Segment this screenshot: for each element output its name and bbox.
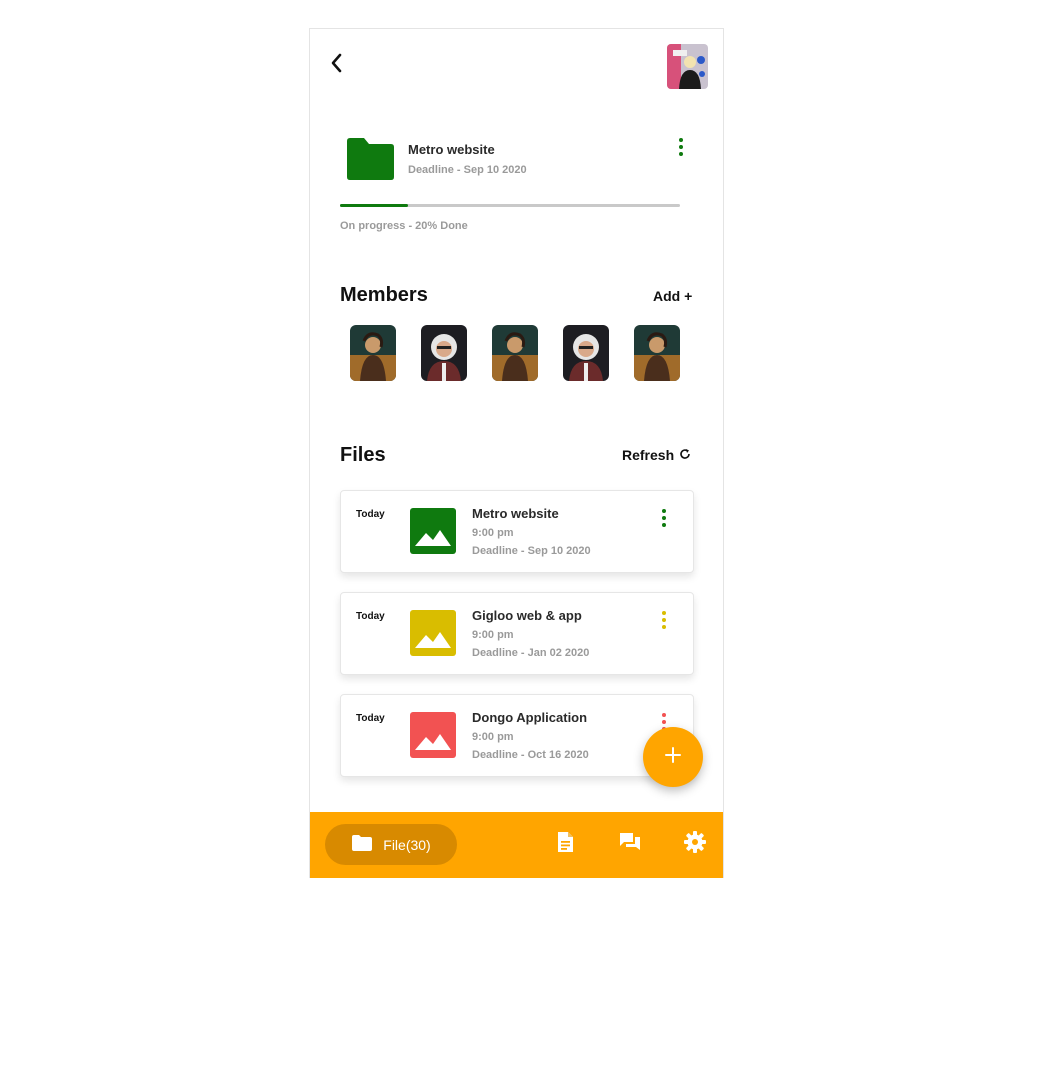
member-avatar[interactable] bbox=[634, 325, 680, 381]
members-heading: Members bbox=[340, 284, 428, 306]
add-member-button[interactable]: Add + bbox=[653, 288, 692, 304]
file-card[interactable]: Today Gigloo web & app 9:00 pm Deadline … bbox=[340, 592, 694, 675]
file-card[interactable]: Today Metro website 9:00 pm Deadline - S… bbox=[340, 490, 694, 573]
image-icon bbox=[410, 610, 456, 656]
image-icon bbox=[410, 712, 456, 758]
file-deadline: Deadline - Sep 10 2020 bbox=[472, 545, 591, 557]
file-day: Today bbox=[356, 509, 385, 520]
member-avatar[interactable] bbox=[421, 325, 467, 381]
bottom-nav: File(30) bbox=[310, 812, 723, 878]
file-day: Today bbox=[356, 611, 385, 622]
project-deadline: Deadline - Sep 10 2020 bbox=[408, 164, 527, 176]
member-avatar[interactable] bbox=[563, 325, 609, 381]
refresh-label: Refresh bbox=[622, 447, 675, 463]
progress-text: On progress - 20% Done bbox=[340, 220, 468, 232]
more-vertical-icon[interactable] bbox=[675, 137, 687, 157]
refresh-button[interactable]: Refresh bbox=[622, 447, 691, 463]
plus-icon bbox=[663, 745, 683, 770]
file-title: Dongo Application bbox=[472, 710, 588, 725]
project-screen: Metro website Deadline - Sep 10 2020 On … bbox=[309, 28, 724, 878]
file-title: Metro website bbox=[472, 506, 559, 521]
progress-fill bbox=[340, 204, 408, 207]
project-title: Metro website bbox=[408, 142, 495, 157]
member-avatar[interactable] bbox=[350, 325, 396, 381]
folder-icon bbox=[351, 834, 373, 855]
back-icon[interactable] bbox=[326, 49, 348, 77]
image-icon bbox=[410, 508, 456, 554]
file-deadline: Deadline - Jan 02 2020 bbox=[472, 647, 590, 659]
more-vertical-icon[interactable] bbox=[659, 508, 669, 528]
folder-icon bbox=[344, 137, 396, 186]
refresh-icon bbox=[679, 447, 691, 463]
files-tab[interactable]: File(30) bbox=[325, 824, 457, 865]
files-tab-label: File(30) bbox=[383, 836, 431, 853]
more-vertical-icon[interactable] bbox=[659, 610, 669, 630]
file-title: Gigloo web & app bbox=[472, 608, 582, 623]
file-day: Today bbox=[356, 713, 385, 724]
files-heading: Files bbox=[340, 444, 386, 466]
file-time: 9:00 pm bbox=[472, 629, 514, 641]
member-avatar[interactable] bbox=[492, 325, 538, 381]
settings-icon[interactable] bbox=[683, 830, 707, 854]
chat-icon[interactable] bbox=[618, 830, 642, 854]
user-avatar[interactable] bbox=[667, 44, 708, 89]
file-time: 9:00 pm bbox=[472, 527, 514, 539]
file-deadline: Deadline - Oct 16 2020 bbox=[472, 749, 589, 761]
add-file-button[interactable] bbox=[643, 727, 703, 787]
members-list bbox=[350, 325, 680, 381]
file-time: 9:00 pm bbox=[472, 731, 514, 743]
progress-bar bbox=[340, 204, 680, 207]
file-card[interactable]: Today Dongo Application 9:00 pm Deadline… bbox=[340, 694, 694, 777]
document-icon[interactable] bbox=[553, 830, 577, 854]
